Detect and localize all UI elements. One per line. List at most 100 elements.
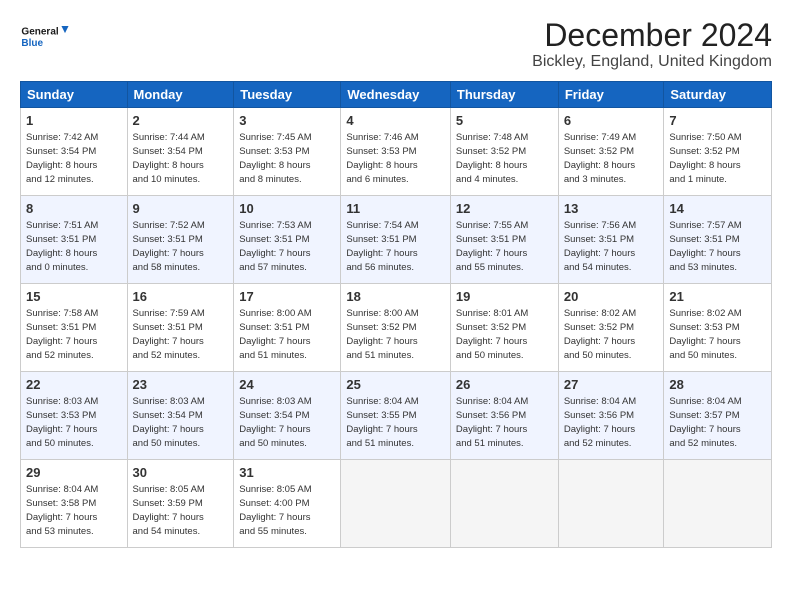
day-number: 31: [239, 464, 335, 482]
day-number: 1: [26, 112, 122, 130]
day-info: Sunrise: 7:49 AM Sunset: 3:52 PM Dayligh…: [564, 131, 659, 186]
calendar-cell: 20Sunrise: 8:02 AM Sunset: 3:52 PM Dayli…: [558, 284, 664, 372]
calendar-cell: 28Sunrise: 8:04 AM Sunset: 3:57 PM Dayli…: [664, 372, 772, 460]
day-number: 6: [564, 112, 659, 130]
header: General Blue December 2024 Bickley, Engl…: [20, 18, 772, 71]
day-info: Sunrise: 8:05 AM Sunset: 4:00 PM Dayligh…: [239, 483, 335, 538]
calendar-cell: 10Sunrise: 7:53 AM Sunset: 3:51 PM Dayli…: [234, 196, 341, 284]
calendar-cell: 11Sunrise: 7:54 AM Sunset: 3:51 PM Dayli…: [341, 196, 451, 284]
day-number: 17: [239, 288, 335, 306]
main-title: December 2024: [532, 18, 772, 53]
calendar-cell: 7Sunrise: 7:50 AM Sunset: 3:52 PM Daylig…: [664, 108, 772, 196]
day-number: 11: [346, 200, 445, 218]
calendar-cell: 27Sunrise: 8:04 AM Sunset: 3:56 PM Dayli…: [558, 372, 664, 460]
calendar-cell: 18Sunrise: 8:00 AM Sunset: 3:52 PM Dayli…: [341, 284, 451, 372]
day-info: Sunrise: 7:51 AM Sunset: 3:51 PM Dayligh…: [26, 219, 122, 274]
calendar-cell: 9Sunrise: 7:52 AM Sunset: 3:51 PM Daylig…: [127, 196, 234, 284]
calendar-cell: 14Sunrise: 7:57 AM Sunset: 3:51 PM Dayli…: [664, 196, 772, 284]
day-info: Sunrise: 7:46 AM Sunset: 3:53 PM Dayligh…: [346, 131, 445, 186]
day-info: Sunrise: 7:55 AM Sunset: 3:51 PM Dayligh…: [456, 219, 553, 274]
calendar-cell: 13Sunrise: 7:56 AM Sunset: 3:51 PM Dayli…: [558, 196, 664, 284]
calendar-cell: 17Sunrise: 8:00 AM Sunset: 3:51 PM Dayli…: [234, 284, 341, 372]
day-info: Sunrise: 7:52 AM Sunset: 3:51 PM Dayligh…: [133, 219, 229, 274]
day-info: Sunrise: 7:58 AM Sunset: 3:51 PM Dayligh…: [26, 307, 122, 362]
col-header-wednesday: Wednesday: [341, 82, 451, 108]
day-info: Sunrise: 8:04 AM Sunset: 3:55 PM Dayligh…: [346, 395, 445, 450]
calendar-cell: 29Sunrise: 8:04 AM Sunset: 3:58 PM Dayli…: [21, 460, 128, 548]
subtitle: Bickley, England, United Kingdom: [532, 53, 772, 71]
day-number: 4: [346, 112, 445, 130]
svg-text:Blue: Blue: [21, 38, 43, 49]
day-info: Sunrise: 7:44 AM Sunset: 3:54 PM Dayligh…: [133, 131, 229, 186]
calendar-week-1: 1Sunrise: 7:42 AM Sunset: 3:54 PM Daylig…: [21, 108, 772, 196]
day-number: 21: [669, 288, 766, 306]
calendar-week-4: 22Sunrise: 8:03 AM Sunset: 3:53 PM Dayli…: [21, 372, 772, 460]
day-info: Sunrise: 8:04 AM Sunset: 3:56 PM Dayligh…: [456, 395, 553, 450]
day-info: Sunrise: 7:42 AM Sunset: 3:54 PM Dayligh…: [26, 131, 122, 186]
day-number: 23: [133, 376, 229, 394]
title-block: December 2024 Bickley, England, United K…: [532, 18, 772, 71]
day-info: Sunrise: 7:45 AM Sunset: 3:53 PM Dayligh…: [239, 131, 335, 186]
day-number: 3: [239, 112, 335, 130]
day-number: 19: [456, 288, 553, 306]
day-info: Sunrise: 8:03 AM Sunset: 3:53 PM Dayligh…: [26, 395, 122, 450]
page: General Blue December 2024 Bickley, Engl…: [0, 0, 792, 612]
calendar-cell: [664, 460, 772, 548]
day-info: Sunrise: 7:59 AM Sunset: 3:51 PM Dayligh…: [133, 307, 229, 362]
day-number: 7: [669, 112, 766, 130]
day-number: 20: [564, 288, 659, 306]
calendar-cell: 5Sunrise: 7:48 AM Sunset: 3:52 PM Daylig…: [450, 108, 558, 196]
col-header-saturday: Saturday: [664, 82, 772, 108]
calendar-week-5: 29Sunrise: 8:04 AM Sunset: 3:58 PM Dayli…: [21, 460, 772, 548]
day-info: Sunrise: 7:54 AM Sunset: 3:51 PM Dayligh…: [346, 219, 445, 274]
day-number: 9: [133, 200, 229, 218]
col-header-thursday: Thursday: [450, 82, 558, 108]
calendar-cell: 16Sunrise: 7:59 AM Sunset: 3:51 PM Dayli…: [127, 284, 234, 372]
day-info: Sunrise: 7:57 AM Sunset: 3:51 PM Dayligh…: [669, 219, 766, 274]
calendar-cell: 19Sunrise: 8:01 AM Sunset: 3:52 PM Dayli…: [450, 284, 558, 372]
day-info: Sunrise: 8:01 AM Sunset: 3:52 PM Dayligh…: [456, 307, 553, 362]
calendar-cell: 3Sunrise: 7:45 AM Sunset: 3:53 PM Daylig…: [234, 108, 341, 196]
calendar-week-2: 8Sunrise: 7:51 AM Sunset: 3:51 PM Daylig…: [21, 196, 772, 284]
col-header-sunday: Sunday: [21, 82, 128, 108]
calendar-cell: [450, 460, 558, 548]
calendar-cell: 25Sunrise: 8:04 AM Sunset: 3:55 PM Dayli…: [341, 372, 451, 460]
calendar-cell: 15Sunrise: 7:58 AM Sunset: 3:51 PM Dayli…: [21, 284, 128, 372]
day-info: Sunrise: 8:04 AM Sunset: 3:58 PM Dayligh…: [26, 483, 122, 538]
calendar-cell: 4Sunrise: 7:46 AM Sunset: 3:53 PM Daylig…: [341, 108, 451, 196]
day-number: 25: [346, 376, 445, 394]
day-info: Sunrise: 8:04 AM Sunset: 3:57 PM Dayligh…: [669, 395, 766, 450]
day-number: 27: [564, 376, 659, 394]
calendar-cell: 1Sunrise: 7:42 AM Sunset: 3:54 PM Daylig…: [21, 108, 128, 196]
day-info: Sunrise: 8:03 AM Sunset: 3:54 PM Dayligh…: [133, 395, 229, 450]
calendar-cell: 24Sunrise: 8:03 AM Sunset: 3:54 PM Dayli…: [234, 372, 341, 460]
day-info: Sunrise: 8:00 AM Sunset: 3:52 PM Dayligh…: [346, 307, 445, 362]
day-number: 24: [239, 376, 335, 394]
col-header-tuesday: Tuesday: [234, 82, 341, 108]
day-number: 2: [133, 112, 229, 130]
day-info: Sunrise: 7:53 AM Sunset: 3:51 PM Dayligh…: [239, 219, 335, 274]
day-number: 30: [133, 464, 229, 482]
logo: General Blue: [20, 18, 70, 54]
calendar-cell: 23Sunrise: 8:03 AM Sunset: 3:54 PM Dayli…: [127, 372, 234, 460]
day-info: Sunrise: 8:02 AM Sunset: 3:53 PM Dayligh…: [669, 307, 766, 362]
day-number: 22: [26, 376, 122, 394]
day-info: Sunrise: 8:00 AM Sunset: 3:51 PM Dayligh…: [239, 307, 335, 362]
calendar-cell: 6Sunrise: 7:49 AM Sunset: 3:52 PM Daylig…: [558, 108, 664, 196]
day-number: 18: [346, 288, 445, 306]
calendar-cell: 2Sunrise: 7:44 AM Sunset: 3:54 PM Daylig…: [127, 108, 234, 196]
day-number: 28: [669, 376, 766, 394]
calendar-header-row: SundayMondayTuesdayWednesdayThursdayFrid…: [21, 82, 772, 108]
calendar-week-3: 15Sunrise: 7:58 AM Sunset: 3:51 PM Dayli…: [21, 284, 772, 372]
calendar-cell: 31Sunrise: 8:05 AM Sunset: 4:00 PM Dayli…: [234, 460, 341, 548]
col-header-monday: Monday: [127, 82, 234, 108]
calendar-cell: 30Sunrise: 8:05 AM Sunset: 3:59 PM Dayli…: [127, 460, 234, 548]
day-number: 8: [26, 200, 122, 218]
day-info: Sunrise: 8:05 AM Sunset: 3:59 PM Dayligh…: [133, 483, 229, 538]
day-info: Sunrise: 8:04 AM Sunset: 3:56 PM Dayligh…: [564, 395, 659, 450]
calendar-table: SundayMondayTuesdayWednesdayThursdayFrid…: [20, 81, 772, 548]
day-info: Sunrise: 7:50 AM Sunset: 3:52 PM Dayligh…: [669, 131, 766, 186]
day-info: Sunrise: 7:56 AM Sunset: 3:51 PM Dayligh…: [564, 219, 659, 274]
calendar-cell: [341, 460, 451, 548]
calendar-cell: 12Sunrise: 7:55 AM Sunset: 3:51 PM Dayli…: [450, 196, 558, 284]
